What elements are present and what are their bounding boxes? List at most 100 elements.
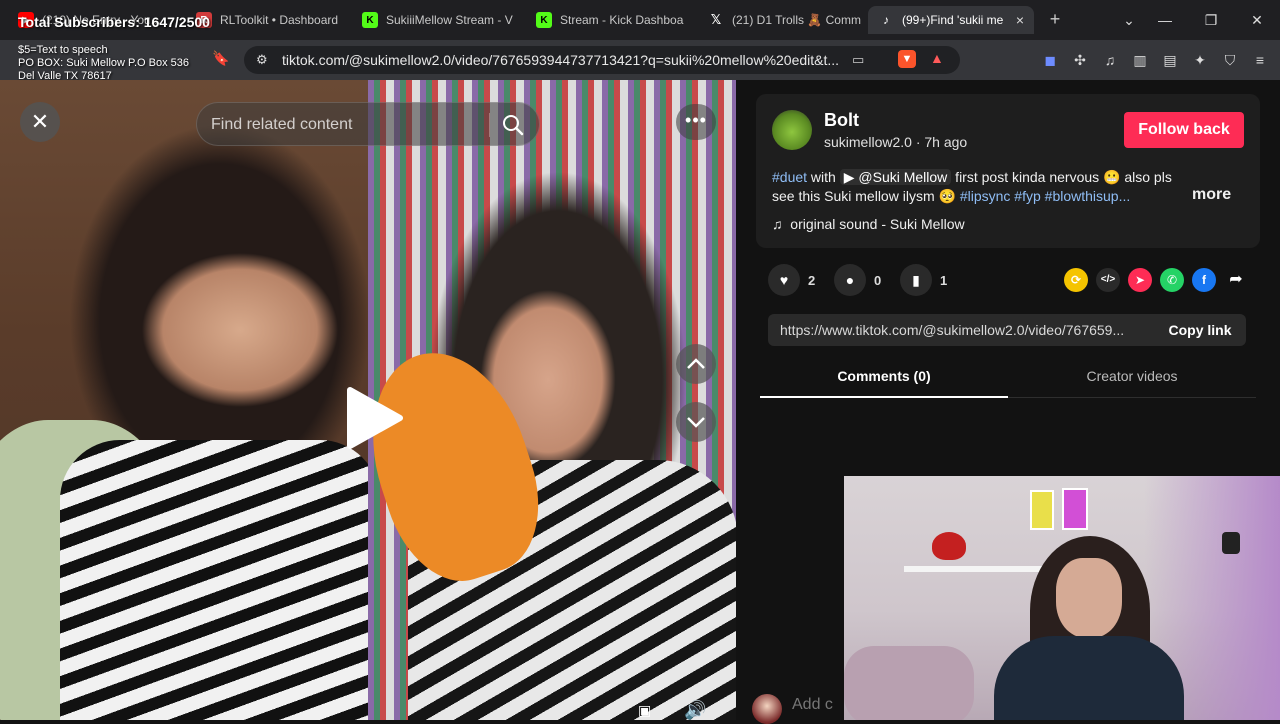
more-description-button[interactable]: more <box>1192 186 1231 204</box>
comment-icon: ● <box>834 264 866 296</box>
panel-tabs: Comments (0) Creator videos <box>760 356 1256 398</box>
wall-art <box>1030 490 1054 530</box>
author-avatar[interactable] <box>772 110 812 150</box>
volume-icon[interactable]: 🔊 <box>684 700 708 720</box>
vpn-icon[interactable]: ⛉ <box>1220 50 1240 70</box>
tab-tiktok[interactable]: ♪ (99+)Find 'sukii me × <box>868 6 1034 34</box>
search-icon[interactable] <box>501 113 525 137</box>
maximize-button[interactable]: ❐ <box>1198 8 1224 32</box>
hashtag-lipsync[interactable]: #lipsync <box>960 188 1011 204</box>
sound-name: original sound - Suki Mellow <box>790 216 965 232</box>
play-icon[interactable] <box>344 386 404 450</box>
heart-icon: ♥ <box>768 264 800 296</box>
site-settings-icon[interactable]: ⚙ <box>256 52 272 68</box>
post-time: 7h ago <box>924 134 968 150</box>
striped-shirt <box>60 440 380 720</box>
embed-icon[interactable]: </> <box>1096 268 1120 292</box>
tab-list-chevron-icon[interactable]: ⌄ <box>1116 8 1142 32</box>
comment-input[interactable]: Add c <box>792 696 852 720</box>
action-bar: ♥ 2 ● 0 ▮ 1 ⟳ </> ➤ ✆ f ➦ <box>768 262 1248 298</box>
bookmark-icon[interactable]: 🔖 <box>212 50 230 70</box>
follow-back-button[interactable]: Follow back <box>1124 112 1244 148</box>
sidebar-icon[interactable]: ▥ <box>1130 50 1150 70</box>
new-tab-button[interactable]: + <box>1044 8 1066 30</box>
webcam-overlay <box>844 476 1280 720</box>
find-related-search[interactable] <box>196 102 540 146</box>
author-handle[interactable]: sukimellow2.0 <box>824 134 912 150</box>
find-related-input[interactable] <box>211 113 481 137</box>
duet-left-frame <box>0 80 380 720</box>
tts-info: $5=Text to speech <box>18 44 108 56</box>
leo-ai-icon[interactable]: ✦ <box>1190 50 1210 70</box>
menu-icon[interactable]: ≡ <box>1250 50 1270 70</box>
tab-title: (21) D1 Trolls 🧸 Comm <box>732 13 861 27</box>
minimize-button[interactable]: — <box>1152 8 1178 32</box>
facebook-icon[interactable]: f <box>1192 268 1216 292</box>
url-text[interactable]: tiktok.com/@sukimellow2.0/video/76765939… <box>282 52 842 68</box>
mini-player-icon[interactable]: ▣ <box>638 702 658 720</box>
previous-video-button[interactable] <box>676 344 716 384</box>
streamer-face <box>1056 558 1122 638</box>
x-icon: 𝕏 <box>710 12 722 27</box>
tab-rltoolkit[interactable]: R RLToolkit • Dashboard <box>186 6 350 34</box>
desc-with: with <box>807 169 840 185</box>
extension-shield-icon[interactable]: ◼ <box>1040 50 1060 70</box>
mention-suki-mellow[interactable]: ▶ @Suki Mellow <box>839 169 952 185</box>
hashtag-duet[interactable]: #duet <box>772 169 807 185</box>
bookmark-icon: ▮ <box>900 264 932 296</box>
kick-icon: K <box>362 12 378 28</box>
post-card: Bolt sukimellow2.0 · 7h ago Follow back … <box>756 94 1260 248</box>
copy-link-button[interactable]: Copy link <box>1154 314 1246 346</box>
close-window-button[interactable]: ✕ <box>1244 8 1270 32</box>
balloon-dog <box>932 532 966 560</box>
comment-count: 0 <box>874 272 882 288</box>
author-meta: sukimellow2.0 · 7h ago <box>824 134 967 150</box>
tab-kick-stream[interactable]: K SukiiiMellow Stream - V <box>352 6 522 34</box>
share-link-text[interactable]: https://www.tiktok.com/@sukimellow2.0/vi… <box>780 322 1144 338</box>
like-button[interactable]: ♥ 2 <box>768 262 815 298</box>
tab-kick-dashboard[interactable]: K Stream - Kick Dashboa <box>526 6 694 34</box>
whatsapp-icon[interactable]: ✆ <box>1160 268 1184 292</box>
hashtag-blowthisup[interactable]: #blowthisup... <box>1045 188 1131 204</box>
brave-shields-icon[interactable]: ▼ <box>898 50 916 68</box>
tab-title: SukiiiMellow Stream - V <box>386 13 513 27</box>
close-tab-icon[interactable]: × <box>1016 12 1024 28</box>
close-video-button[interactable]: ✕ <box>20 102 60 142</box>
tab-x[interactable]: 𝕏 (21) D1 Trolls 🧸 Comm <box>698 6 864 34</box>
next-video-button[interactable] <box>676 402 716 442</box>
hashtag-fyp[interactable]: #fyp <box>1014 188 1040 204</box>
send-icon[interactable]: ➤ <box>1128 268 1152 292</box>
music-note-icon: ♫ <box>772 216 783 232</box>
chevron-down-icon <box>687 417 705 428</box>
subscriber-goal: Total Subscribers: 1647/2500 <box>18 14 210 30</box>
chevron-up-icon <box>687 358 705 369</box>
author-name[interactable]: Bolt <box>824 110 859 131</box>
save-count: 1 <box>940 272 948 288</box>
wall-art <box>1062 488 1088 530</box>
tab-title: RLToolkit • Dashboard <box>220 13 339 27</box>
video-player[interactable]: ✕ ••• ▣ 🔊 <box>0 80 736 720</box>
more-options-icon[interactable]: ••• <box>676 104 716 140</box>
comment-button[interactable]: ● 0 <box>834 262 881 298</box>
kick-icon: K <box>536 12 552 28</box>
streamer-body <box>994 636 1184 720</box>
search-divider <box>489 113 490 137</box>
wallet-icon[interactable]: ▤ <box>1160 50 1180 70</box>
share-arrow-icon[interactable]: ➦ <box>1224 268 1248 292</box>
tab-comments[interactable]: Comments (0) <box>760 356 1008 398</box>
tab-title: Stream - Kick Dashboa <box>560 13 684 27</box>
media-music-icon[interactable]: ♫ <box>1100 50 1120 70</box>
like-count: 2 <box>808 272 816 288</box>
save-button[interactable]: ▮ 1 <box>900 262 947 298</box>
extensions-puzzle-icon[interactable]: ✣ <box>1070 50 1090 70</box>
post-description: #duet with ▶ @Suki Mellow first post kin… <box>772 168 1172 206</box>
sound-link[interactable]: ♫ original sound - Suki Mellow <box>772 216 965 232</box>
duet-right-frame <box>346 80 736 720</box>
po-box: PO BOX: Suki Mellow P.O Box 536 <box>18 57 189 69</box>
cushion <box>844 646 974 720</box>
brave-rewards-icon[interactable]: ▲ <box>930 50 944 66</box>
url-field[interactable]: ⚙ tiktok.com/@sukimellow2.0/video/767659… <box>244 46 960 74</box>
tab-creator-videos[interactable]: Creator videos <box>1008 356 1256 398</box>
repost-icon[interactable]: ⟳ <box>1064 268 1088 292</box>
cast-icon[interactable]: ▭ <box>852 52 864 68</box>
